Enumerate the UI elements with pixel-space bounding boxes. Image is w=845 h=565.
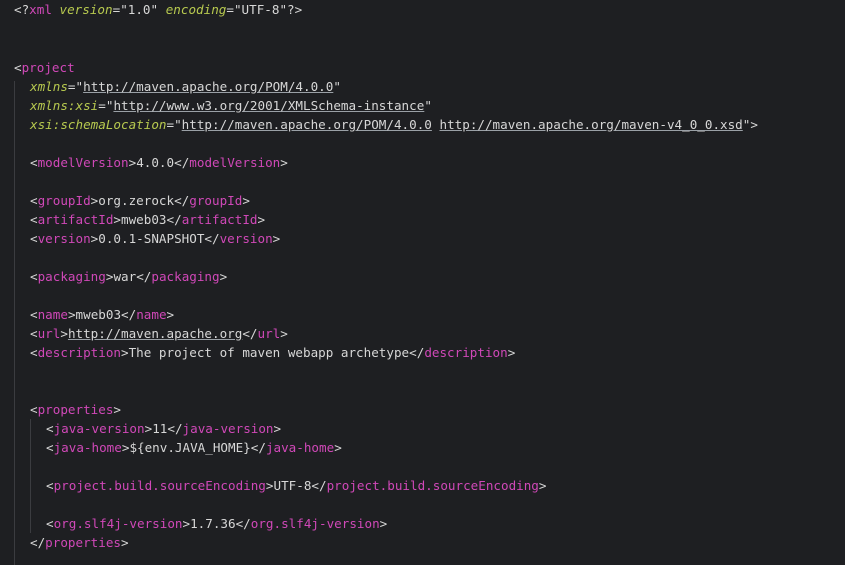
code-line-xmlns[interactable]: xmlns="http://maven.apache.org/POM/4.0.0… [30, 77, 341, 96]
pi-name: xml [29, 2, 52, 17]
tag-name: modelVersion [37, 155, 129, 170]
code-line-schema-location[interactable]: xsi:schemaLocation="http://maven.apache.… [30, 115, 758, 134]
code-line-properties-close[interactable]: </properties> [30, 533, 129, 552]
indent-guide [14, 81, 15, 565]
link[interactable]: http://maven.apache.org/POM/4.0.0 [83, 79, 333, 94]
element-value: org.zerock [98, 193, 175, 208]
code-line-slf4j-version[interactable]: <org.slf4j-version>1.7.36</org.slf4j-ver… [46, 514, 387, 533]
link[interactable]: http://maven.apache.org/maven-v4_0_0.xsd [439, 117, 742, 132]
code-editor[interactable]: <?xml version="1.0" encoding="UTF-8"?> <… [0, 0, 845, 565]
tag-name: org.slf4j-version [53, 516, 183, 531]
attr-value: "UTF-8" [233, 2, 288, 17]
code-line-name[interactable]: <name>mweb03</name> [30, 305, 174, 324]
element-value: UTF-8 [273, 478, 312, 493]
code-line-packaging[interactable]: <packaging>war</packaging> [30, 267, 227, 286]
link[interactable]: http://www.w3.org/2001/XMLSchema-instanc… [113, 98, 424, 113]
tag-name: version [37, 231, 91, 246]
tag-name: properties [45, 535, 121, 550]
code-line-artifactId[interactable]: <artifactId>mweb03</artifactId> [30, 210, 265, 229]
tag-name: groupId [37, 193, 91, 208]
indent-guide [30, 419, 31, 533]
element-value: 1.7.36 [190, 516, 236, 531]
element-value: 0.0.1-SNAPSHOT [98, 231, 205, 246]
code-line-xmlns-xsi[interactable]: xmlns:xsi="http://www.w3.org/2001/XMLSch… [30, 96, 432, 115]
code-line-url[interactable]: <url>http://maven.apache.org</url> [30, 324, 288, 343]
attr-value: "1.0" [120, 2, 159, 17]
link[interactable]: http://maven.apache.org/POM/4.0.0 [182, 117, 432, 132]
code-line-java-version[interactable]: <java-version>11</java-version> [46, 419, 281, 438]
tag-name: project.build.sourceEncoding [53, 478, 266, 493]
code-line-description[interactable]: <description>The project of maven webapp… [30, 343, 515, 362]
element-value: ${env.JAVA_HOME} [129, 440, 251, 455]
tag-name: java-home [53, 440, 122, 455]
link[interactable]: http://maven.apache.org [68, 326, 242, 341]
tag-name: project [21, 60, 75, 75]
attr-name: xsi:schemaLocation [30, 117, 167, 132]
element-value: mweb03 [121, 212, 167, 227]
element-value: 4.0.0 [136, 155, 175, 170]
element-value: The project of maven webapp archetype [128, 345, 410, 360]
pi-close: ?> [287, 2, 303, 17]
tag-name: properties [37, 402, 114, 417]
code-line-xml-declaration[interactable]: <?xml version="1.0" encoding="UTF-8"?> [14, 0, 302, 19]
code-line-version[interactable]: <version>0.0.1-SNAPSHOT</version> [30, 229, 280, 248]
tag-name: java-version [53, 421, 145, 436]
attr-name: xmlns:xsi [30, 98, 99, 113]
tag-name: artifactId [37, 212, 114, 227]
tag-name: description [37, 345, 121, 360]
code-line-source-encoding[interactable]: <project.build.sourceEncoding>UTF-8</pro… [46, 476, 547, 495]
attr-name: encoding [165, 2, 227, 17]
code-line-project-open[interactable]: <project [14, 58, 75, 77]
element-value: mweb03 [75, 307, 122, 322]
attr-name: xmlns [30, 79, 68, 94]
code-line-java-home[interactable]: <java-home>${env.JAVA_HOME}</java-home> [46, 438, 342, 457]
tag-name: url [37, 326, 61, 341]
code-line-modelVersion[interactable]: <modelVersion>4.0.0</modelVersion> [30, 153, 288, 172]
element-value: war [113, 269, 137, 284]
code-line-groupId[interactable]: <groupId>org.zerock</groupId> [30, 191, 250, 210]
attr-name: version [59, 2, 113, 17]
pi-open: <? [14, 2, 30, 17]
tag-name: packaging [37, 269, 106, 284]
element-value: 11 [152, 421, 168, 436]
tag-name: name [37, 307, 68, 322]
code-line-properties-open[interactable]: <properties> [30, 400, 121, 419]
